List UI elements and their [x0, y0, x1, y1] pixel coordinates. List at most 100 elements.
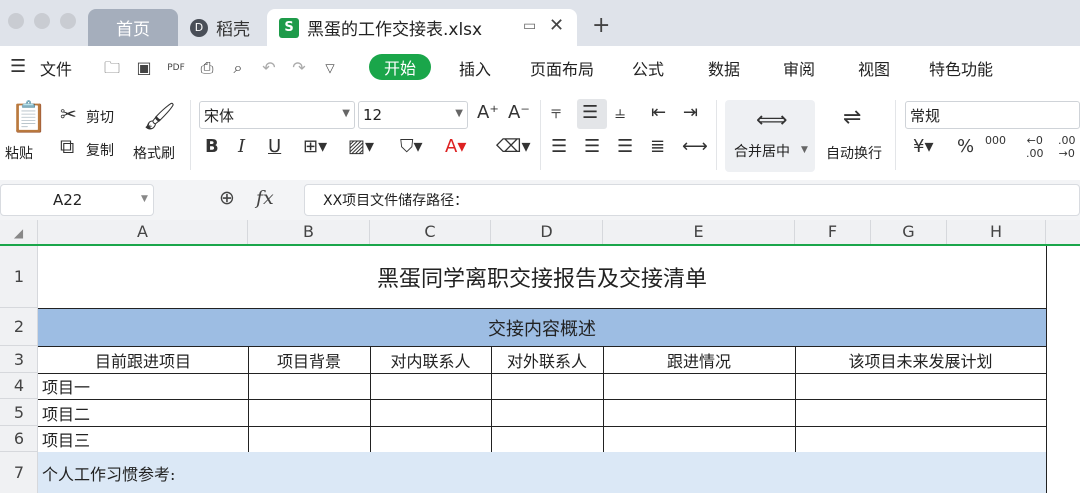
increase-indent-icon[interactable]: ⇥	[683, 102, 698, 123]
window-icon[interactable]: ▭	[523, 18, 536, 34]
menu-data[interactable]: 数据	[708, 56, 740, 80]
percent-icon[interactable]: %	[957, 136, 974, 157]
column-header-e[interactable]: E	[603, 220, 795, 244]
table-cell[interactable]	[491, 373, 604, 400]
table-cell[interactable]	[491, 426, 604, 453]
select-all-corner[interactable]: ◢	[0, 220, 38, 244]
fill-color-icon[interactable]: ⛉▾	[400, 136, 423, 157]
decrease-font-size-icon[interactable]: A⁻	[508, 102, 530, 123]
align-bottom-icon[interactable]: ⫨	[615, 102, 625, 123]
sheet-title-cell[interactable]: 黑蛋同学离职交接报告及交接清单	[38, 246, 1047, 309]
decrease-indent-icon[interactable]: ⇤	[651, 102, 666, 123]
quick-access-dropdown-icon[interactable]: ▽	[320, 58, 340, 78]
project-name-cell[interactable]: 项目一	[38, 373, 249, 400]
header-cell-progress[interactable]: 跟进情况	[603, 346, 796, 374]
section-header-cell[interactable]: 交接内容概述	[38, 309, 1047, 347]
distributed-align-icon[interactable]: ⟷	[682, 136, 708, 157]
table-cell[interactable]	[795, 399, 1047, 427]
table-cell[interactable]	[248, 426, 371, 453]
column-header-b[interactable]: B	[248, 220, 370, 244]
table-cell[interactable]	[370, 373, 492, 400]
bold-icon[interactable]: B	[205, 136, 219, 157]
maximize-window-icon[interactable]	[60, 13, 76, 29]
copy-icon[interactable]: ⧉	[60, 134, 74, 158]
minimize-window-icon[interactable]	[34, 13, 50, 29]
decrease-decimal-icon[interactable]: .00 →0	[1058, 134, 1076, 160]
justify-icon[interactable]: ≣	[650, 136, 665, 157]
menu-special-features[interactable]: 特色功能	[929, 56, 993, 80]
row-header-7[interactable]: 7	[0, 452, 38, 493]
column-header-f[interactable]: F	[795, 220, 871, 244]
header-cell-current-project[interactable]: 目前跟进项目	[38, 346, 249, 374]
align-left-icon[interactable]: ☰	[551, 136, 567, 157]
increase-decimal-icon[interactable]: ←0.00	[1026, 134, 1044, 160]
table-cell[interactable]	[795, 373, 1047, 400]
work-habits-cell[interactable]: 个人工作习惯参考:	[38, 452, 1047, 493]
tab-spreadsheet-file[interactable]: S 黑蛋的工作交接表.xlsx ▭ ✕	[267, 9, 577, 46]
header-cell-future-plan[interactable]: 该项目未来发展计划	[795, 346, 1047, 374]
clear-format-icon[interactable]: ⌫▾	[496, 136, 531, 157]
zoom-icon[interactable]: ⊕	[219, 187, 235, 209]
empty-cell-area[interactable]	[1046, 246, 1080, 493]
header-cell-external-contact[interactable]: 对外联系人	[491, 346, 604, 374]
hamburger-menu-icon[interactable]: ☰	[10, 56, 26, 77]
table-cell[interactable]	[248, 399, 371, 427]
header-cell-internal-contact[interactable]: 对内联系人	[370, 346, 492, 374]
font-color-icon[interactable]: A▾	[445, 136, 466, 157]
cell-style-icon[interactable]: ▨▾	[348, 136, 374, 157]
copy-button[interactable]: 复制	[86, 140, 114, 160]
wrap-text-icon[interactable]: ⇌	[843, 105, 861, 130]
currency-icon[interactable]: ¥▾	[913, 136, 934, 157]
menu-start[interactable]: 开始	[369, 54, 431, 80]
open-folder-icon[interactable]: 🗀	[102, 58, 122, 78]
thousands-separator-icon[interactable]: 000	[985, 134, 1006, 147]
menu-formulas[interactable]: 公式	[632, 56, 664, 80]
merge-center-button[interactable]: ⟺ 合并居中 ▼	[725, 100, 815, 172]
row-header-1[interactable]: 1	[0, 246, 38, 308]
italic-icon[interactable]: I	[238, 136, 245, 157]
row-header-5[interactable]: 5	[0, 399, 38, 426]
save-icon[interactable]: ▣	[134, 58, 154, 78]
table-cell[interactable]	[603, 399, 796, 427]
increase-font-size-icon[interactable]: A⁺	[477, 102, 499, 123]
menu-insert[interactable]: 插入	[459, 56, 491, 80]
align-middle-button[interactable]: ☰	[577, 99, 607, 129]
menu-page-layout[interactable]: 页面布局	[530, 56, 594, 80]
align-center-icon[interactable]: ☰	[584, 136, 600, 157]
font-name-select[interactable]: 宋体 ▼	[199, 101, 355, 129]
row-header-4[interactable]: 4	[0, 373, 38, 399]
column-header-d[interactable]: D	[491, 220, 603, 244]
redo-icon[interactable]: ↷	[289, 58, 309, 78]
menu-review[interactable]: 审阅	[783, 56, 815, 80]
project-name-cell[interactable]: 项目三	[38, 426, 249, 453]
table-cell[interactable]	[795, 426, 1047, 453]
close-tab-icon[interactable]: ✕	[549, 15, 564, 36]
row-header-2[interactable]: 2	[0, 308, 38, 346]
row-header-6[interactable]: 6	[0, 426, 38, 452]
cut-button[interactable]: 剪切	[86, 107, 114, 127]
underline-icon[interactable]: U	[268, 136, 281, 157]
number-format-select[interactable]: 常规	[905, 101, 1080, 129]
name-box[interactable]: A22 ▼	[0, 184, 154, 216]
tab-home[interactable]: 首页	[88, 9, 178, 46]
table-cell[interactable]	[370, 399, 492, 427]
project-name-cell[interactable]: 项目二	[38, 399, 249, 427]
tab-daoke[interactable]: D 稻壳	[180, 9, 270, 46]
close-window-icon[interactable]	[8, 13, 24, 29]
table-cell[interactable]	[491, 399, 604, 427]
format-painter-button[interactable]: 格式刷	[133, 143, 175, 163]
scissors-icon[interactable]: ✂	[60, 102, 77, 126]
table-cell[interactable]	[248, 373, 371, 400]
paste-button[interactable]: 粘贴	[5, 143, 33, 163]
paste-icon[interactable]: 📋	[10, 100, 47, 135]
row-header-3[interactable]: 3	[0, 346, 38, 373]
undo-icon[interactable]: ↶	[259, 58, 279, 78]
wrap-text-button[interactable]: 自动换行	[826, 143, 882, 163]
column-header-h[interactable]: H	[947, 220, 1046, 244]
plus-icon[interactable]: +	[592, 13, 610, 38]
menu-view[interactable]: 视图	[858, 56, 890, 80]
header-cell-project-background[interactable]: 项目背景	[248, 346, 371, 374]
format-painter-icon[interactable]: 🖌	[143, 102, 176, 132]
formula-input[interactable]: XX项目文件储存路径：	[304, 184, 1080, 216]
table-cell[interactable]	[603, 426, 796, 453]
